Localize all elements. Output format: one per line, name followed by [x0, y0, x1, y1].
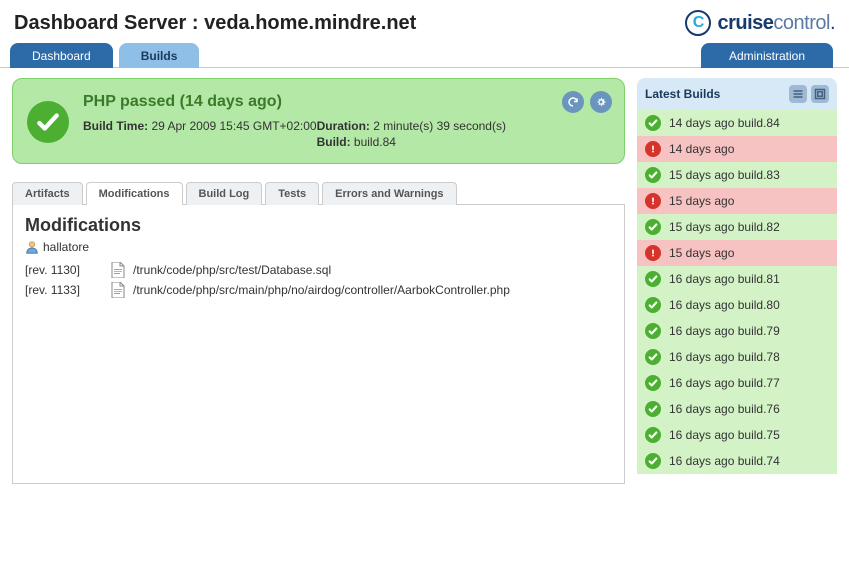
- logo-icon: [685, 10, 711, 36]
- tab-administration[interactable]: Administration: [701, 43, 833, 68]
- file-path: /trunk/code/php/src/test/Database.sql: [133, 263, 331, 277]
- build-item[interactable]: 15 days ago: [637, 240, 837, 266]
- logo-text-bold: cruise: [717, 12, 773, 34]
- build-list: 14 days ago build.84 14 days ago 15 days a…: [637, 110, 837, 474]
- file-icon: [111, 282, 125, 298]
- check-icon: [645, 375, 661, 391]
- person-icon: [25, 240, 39, 254]
- check-icon: [645, 401, 661, 417]
- check-icon: [645, 271, 661, 287]
- settings-icon[interactable]: [590, 91, 612, 113]
- build-item-text: 14 days ago build.84: [669, 116, 780, 130]
- build-item-text: 16 days ago build.81: [669, 272, 780, 286]
- latest-builds-header: Latest Builds: [637, 78, 837, 110]
- build-item-text: 16 days ago build.74: [669, 454, 780, 468]
- dtab-modifications[interactable]: Modifications: [86, 182, 183, 205]
- header: Dashboard Server : veda.home.mindre.net …: [0, 0, 849, 42]
- revision: [rev. 1130]: [25, 263, 103, 277]
- dtab-errors[interactable]: Errors and Warnings: [322, 182, 456, 205]
- check-icon: [645, 297, 661, 313]
- revision: [rev. 1133]: [25, 283, 103, 297]
- build-item-text: 15 days ago build.83: [669, 168, 780, 182]
- logo-text: cruisecontrol.: [717, 12, 835, 35]
- status-title: PHP passed (14 days ago): [83, 93, 610, 111]
- tab-dashboard[interactable]: Dashboard: [10, 43, 113, 68]
- build-item-text: 16 days ago build.78: [669, 350, 780, 364]
- check-icon: [645, 427, 661, 443]
- duration-cell: Duration: 2 minute(s) 39 second(s): [317, 119, 610, 133]
- build-item[interactable]: 14 days ago build.84: [637, 110, 837, 136]
- build-item[interactable]: 16 days ago build.81: [637, 266, 837, 292]
- build-time-cell: Build Time: 29 Apr 2009 15:45 GMT+02:00: [83, 119, 317, 133]
- check-icon: [645, 349, 661, 365]
- build-item[interactable]: 15 days ago build.82: [637, 214, 837, 240]
- sidebar: Latest Builds 14 days ago build.8414 day…: [637, 78, 837, 484]
- build-item-text: 16 days ago build.76: [669, 402, 780, 416]
- build-item[interactable]: 16 days ago build.79: [637, 318, 837, 344]
- build-time-label: Build Time:: [83, 119, 151, 133]
- content: PHP passed (14 days ago) Build Time: 29 …: [0, 68, 849, 494]
- build-item-text: 16 days ago build.75: [669, 428, 780, 442]
- error-icon: [645, 141, 661, 157]
- author-row: hallatore: [25, 240, 612, 254]
- logo-text-light: control: [773, 12, 830, 34]
- modifications-heading: Modifications: [25, 215, 612, 236]
- modification-row: [rev. 1130] /trunk/code/php/src/test/Dat…: [25, 260, 612, 280]
- tab-builds[interactable]: Builds: [119, 43, 200, 68]
- logo: cruisecontrol.: [685, 10, 835, 36]
- dtab-tests[interactable]: Tests: [265, 182, 319, 205]
- build-label: Build:: [317, 135, 354, 149]
- error-icon: [645, 245, 661, 261]
- build-item[interactable]: 16 days ago build.74: [637, 448, 837, 474]
- collapse-icon[interactable]: [811, 85, 829, 103]
- author-name: hallatore: [43, 240, 89, 254]
- build-item[interactable]: 16 days ago build.75: [637, 422, 837, 448]
- build-time-value: 29 Apr 2009 15:45 GMT+02:00: [151, 119, 316, 133]
- duration-value: 2 minute(s) 39 second(s): [373, 119, 506, 133]
- page-title: Dashboard Server : veda.home.mindre.net: [14, 12, 416, 35]
- build-item-text: 14 days ago: [669, 142, 734, 156]
- build-item-text: 15 days ago: [669, 246, 734, 260]
- build-item-text: 16 days ago build.79: [669, 324, 780, 338]
- status-action-icons: [562, 91, 612, 113]
- build-item[interactable]: 16 days ago build.77: [637, 370, 837, 396]
- build-item[interactable]: 16 days ago build.76: [637, 396, 837, 422]
- build-value: build.84: [354, 135, 396, 149]
- build-item-text: 16 days ago build.77: [669, 376, 780, 390]
- error-icon: [645, 193, 661, 209]
- check-icon: [645, 323, 661, 339]
- status-pass-icon: [27, 101, 69, 143]
- refresh-icon[interactable]: [562, 91, 584, 113]
- list-icon[interactable]: [789, 85, 807, 103]
- detail-tabs: Artifacts Modifications Build Log Tests …: [12, 182, 625, 205]
- build-item[interactable]: 16 days ago build.78: [637, 344, 837, 370]
- latest-builds-title: Latest Builds: [645, 87, 720, 101]
- dtab-build-log[interactable]: Build Log: [186, 182, 263, 205]
- dtab-artifacts[interactable]: Artifacts: [12, 182, 83, 205]
- file-icon: [111, 262, 125, 278]
- status-details: PHP passed (14 days ago) Build Time: 29 …: [83, 93, 610, 149]
- build-item[interactable]: 14 days ago: [637, 136, 837, 162]
- build-item[interactable]: 16 days ago build.80: [637, 292, 837, 318]
- modification-row: [rev. 1133] /trunk/code/php/src/main/php…: [25, 280, 612, 300]
- modifications-panel: Modifications hallatore [rev. 1130] /tru…: [12, 204, 625, 484]
- build-status-panel: PHP passed (14 days ago) Build Time: 29 …: [12, 78, 625, 164]
- check-icon: [645, 453, 661, 469]
- check-icon: [645, 219, 661, 235]
- build-item-text: 15 days ago: [669, 194, 734, 208]
- main-tabs: Dashboard Builds Administration: [0, 42, 849, 68]
- duration-label: Duration:: [317, 119, 374, 133]
- build-item[interactable]: 15 days ago: [637, 188, 837, 214]
- build-cell: Build: build.84: [317, 135, 610, 149]
- check-icon: [645, 167, 661, 183]
- build-item-text: 16 days ago build.80: [669, 298, 780, 312]
- check-icon: [645, 115, 661, 131]
- file-path: /trunk/code/php/src/main/php/no/airdog/c…: [133, 283, 510, 297]
- build-item[interactable]: 15 days ago build.83: [637, 162, 837, 188]
- empty-cell: [83, 135, 317, 149]
- main-column: PHP passed (14 days ago) Build Time: 29 …: [12, 78, 625, 484]
- build-item-text: 15 days ago build.82: [669, 220, 780, 234]
